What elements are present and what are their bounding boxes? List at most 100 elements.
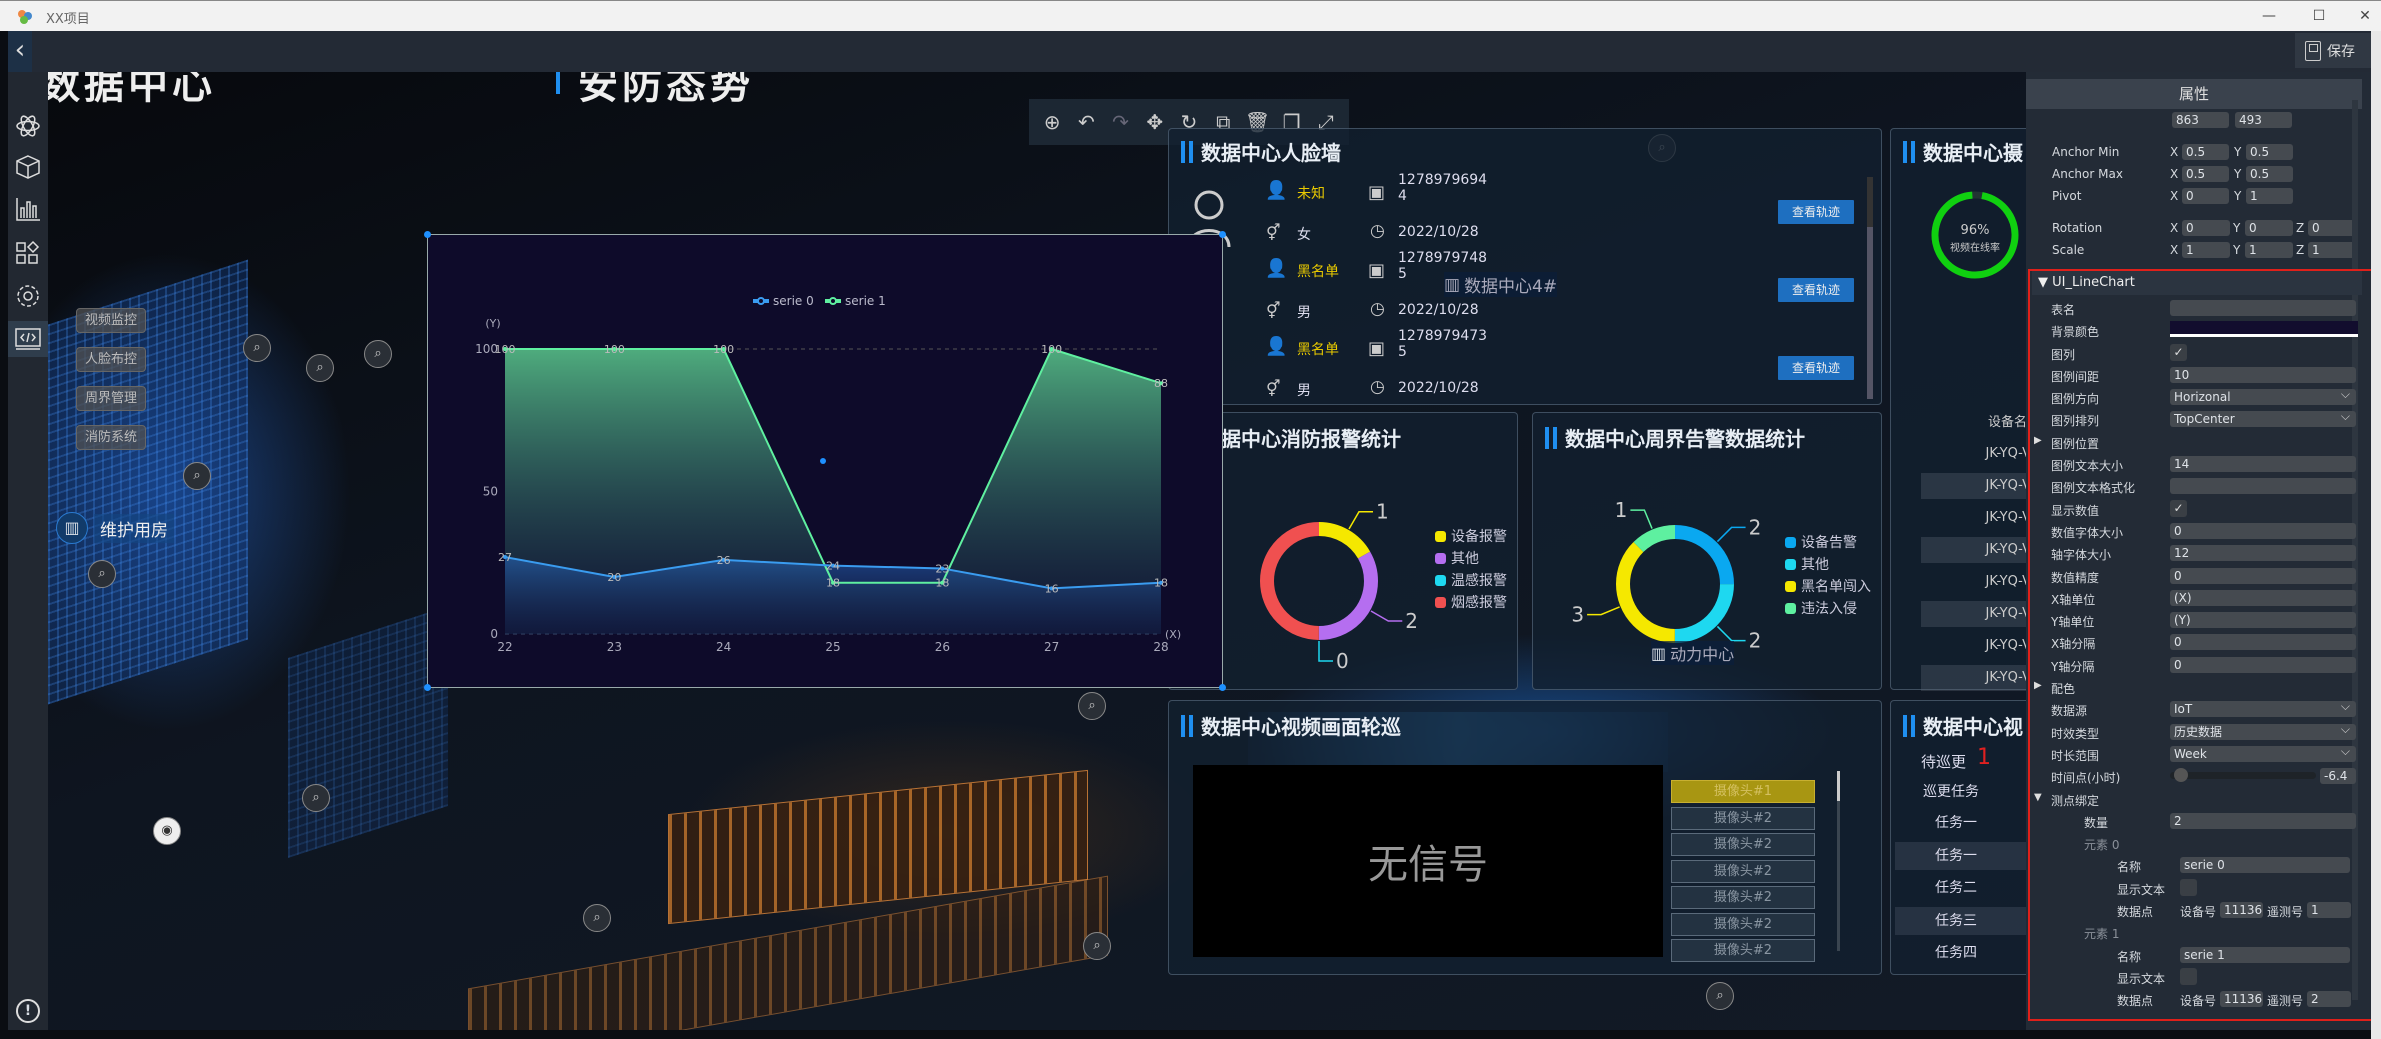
move-icon[interactable]: ✥ — [1140, 110, 1170, 134]
color-swatch[interactable] — [2170, 321, 2358, 338]
property-checkbox[interactable] — [2180, 878, 2197, 896]
camera-pin-icon[interactable]: ⌕ — [364, 340, 392, 368]
resize-handle[interactable] — [424, 231, 431, 238]
line-chart-widget[interactable]: 100 100 100 18 18 100 88 27 20 26 24 23 16 18 22 23 24 25… — [424, 231, 1226, 691]
property-checkbox[interactable] — [2180, 967, 2197, 985]
anchor-max-x-input[interactable]: 0.5 — [2182, 166, 2229, 182]
view-track-button[interactable]: 查看轨迹 — [1778, 278, 1854, 302]
camera-pin-icon[interactable]: ⌕ — [1083, 932, 1111, 960]
property-input[interactable]: serie 1 — [2180, 946, 2350, 963]
property-dropdown[interactable]: TopCenter — [2170, 411, 2356, 428]
scrollbar[interactable] — [1867, 177, 1873, 399]
view-track-button[interactable]: 查看轨迹 — [1778, 200, 1854, 224]
property-dropdown[interactable]: Horizonal — [2170, 389, 2356, 406]
anchor-max-y-input[interactable]: 0.5 — [2246, 166, 2293, 182]
property-input[interactable]: 0 — [2170, 634, 2356, 651]
camera-list-item[interactable]: 摄像头#2 — [1671, 939, 1815, 962]
minimize-button[interactable]: — — [2254, 5, 2284, 27]
device-row[interactable]: JK-YQ-V — [1921, 537, 2031, 563]
device-row[interactable]: JK-YQ-V — [1921, 441, 2032, 467]
height-input[interactable]: 493 — [2235, 112, 2292, 128]
property-input[interactable]: (Y) — [2170, 612, 2356, 629]
telemetry-input[interactable]: 1 — [2307, 902, 2351, 919]
patrol-task-row[interactable]: 任务四 — [1895, 939, 2031, 967]
device-row[interactable]: JK-YQ-V — [1921, 505, 2032, 531]
camera-list-item[interactable]: 摄像头#2 — [1671, 912, 1815, 936]
patrol-task-row[interactable]: 任务一 — [1895, 841, 2031, 870]
video-screen[interactable]: 无信号 — [1193, 765, 1663, 957]
camera-list-item[interactable]: 摄像头#2 — [1671, 806, 1815, 830]
camera-pin-icon[interactable]: ⌕ — [583, 904, 611, 932]
building-label[interactable]: ▥ 维护用房 — [56, 512, 174, 544]
bar-chart-icon[interactable] — [8, 191, 48, 227]
power-center-label[interactable]: ▥ 动力中心 — [1651, 641, 1735, 665]
camera-list-item[interactable]: 摄像头#2 — [1671, 859, 1815, 883]
legend-label[interactable]: serie 0 — [773, 294, 814, 308]
camera-list-item[interactable]: 摄像头#1 — [1671, 780, 1815, 803]
property-checkbox[interactable]: ✓ — [2170, 343, 2187, 361]
property-input[interactable]: 14 — [2170, 456, 2356, 473]
rotation-x-input[interactable]: 0 — [2182, 220, 2230, 236]
property-input[interactable]: 2 — [2170, 812, 2356, 829]
pivot-y-input[interactable]: 1 — [2246, 188, 2293, 204]
camera-pin-icon[interactable]: ⌕ — [302, 784, 330, 812]
undo-icon[interactable]: ↶ — [1071, 110, 1101, 134]
expanded-triangle-icon[interactable]: ▼ — [2034, 792, 2042, 803]
property-dropdown[interactable]: 历史数据 — [2170, 723, 2356, 740]
property-input[interactable]: 0 — [2170, 522, 2356, 539]
cube-icon[interactable] — [8, 149, 48, 185]
locate-icon[interactable]: ⊕ — [1037, 110, 1067, 134]
code-icon[interactable] — [8, 321, 48, 357]
submenu-video-monitor[interactable]: 视频监控 — [76, 308, 146, 333]
anchor-min-y-input[interactable]: 0.5 — [2246, 144, 2293, 160]
property-input[interactable]: 12 — [2170, 545, 2356, 562]
gear-icon[interactable] — [8, 278, 48, 314]
property-dropdown[interactable]: IoT — [2170, 701, 2356, 718]
camera-pin-icon[interactable]: ⌕ — [88, 560, 116, 588]
scrollbar[interactable] — [1837, 771, 1840, 951]
slider-track[interactable] — [2170, 772, 2316, 780]
back-button[interactable]: ‹ — [8, 31, 32, 72]
scale-x-input[interactable]: 1 — [2182, 242, 2230, 258]
slider-value-input[interactable]: -6.4 — [2320, 768, 2356, 785]
scale-y-input[interactable]: 1 — [2245, 242, 2293, 258]
device-input[interactable]: 11136 — [2220, 902, 2263, 919]
device-row[interactable]: JK-YQ-V — [1921, 601, 2031, 627]
camera-pin-icon[interactable]: ⌕ — [183, 462, 211, 490]
telemetry-input[interactable]: 2 — [2307, 991, 2351, 1008]
slider-thumb[interactable] — [2174, 768, 2188, 783]
patrol-task-row[interactable]: 任务一 — [1895, 809, 2031, 837]
patrol-task-row[interactable]: 任务二 — [1895, 874, 2031, 902]
component-header[interactable]: ▼ UI_LineChart — [2032, 271, 2362, 295]
save-button[interactable]: 保存 — [2295, 33, 2371, 68]
collapsed-triangle-icon[interactable]: ▶ — [2034, 435, 2042, 446]
datacenter4-label[interactable]: ▥ 数据中心4# — [1444, 272, 1558, 297]
camera-pin-icon[interactable]: ⌕ — [243, 334, 271, 362]
camera-list-item[interactable]: 摄像头#2 — [1671, 833, 1815, 856]
dome-camera-pin-icon[interactable]: ◉ — [153, 817, 181, 845]
camera-list-item[interactable]: 摄像头#2 — [1671, 886, 1815, 909]
device-row[interactable]: JK-YQ-V — [1921, 665, 2031, 691]
device-row[interactable]: JK-YQ-V — [1921, 473, 2031, 499]
alert-icon[interactable]: ! — [8, 993, 48, 1029]
resize-handle[interactable] — [424, 684, 431, 691]
anchor-min-x-input[interactable]: 0.5 — [2182, 144, 2229, 160]
device-input[interactable]: 11136 — [2220, 991, 2263, 1008]
property-input[interactable] — [2170, 300, 2356, 316]
submenu-perimeter[interactable]: 周界管理 — [76, 386, 146, 411]
legend-label[interactable]: serie 1 — [845, 294, 886, 308]
property-input[interactable]: serie 0 — [2180, 857, 2350, 874]
property-input[interactable]: 0 — [2170, 567, 2356, 584]
patrol-task-row[interactable]: 任务三 — [1895, 906, 2031, 935]
property-input[interactable]: 10 — [2170, 366, 2356, 383]
camera-pin-icon[interactable]: ⌕ — [1078, 692, 1106, 720]
submenu-face-control[interactable]: 人脸布控 — [76, 347, 146, 372]
camera-pin-icon[interactable]: ⌕ — [306, 354, 334, 382]
resize-handle[interactable] — [1219, 684, 1226, 691]
device-row[interactable]: JK-YQ-V — [1921, 569, 2032, 595]
pivot-x-input[interactable]: 0 — [2182, 188, 2229, 204]
device-row[interactable]: JK-YQ-V — [1921, 633, 2032, 659]
property-input[interactable]: 0 — [2170, 656, 2356, 673]
redo-icon[interactable]: ↷ — [1106, 110, 1136, 134]
scale-z-input[interactable]: 1 — [2308, 242, 2356, 258]
